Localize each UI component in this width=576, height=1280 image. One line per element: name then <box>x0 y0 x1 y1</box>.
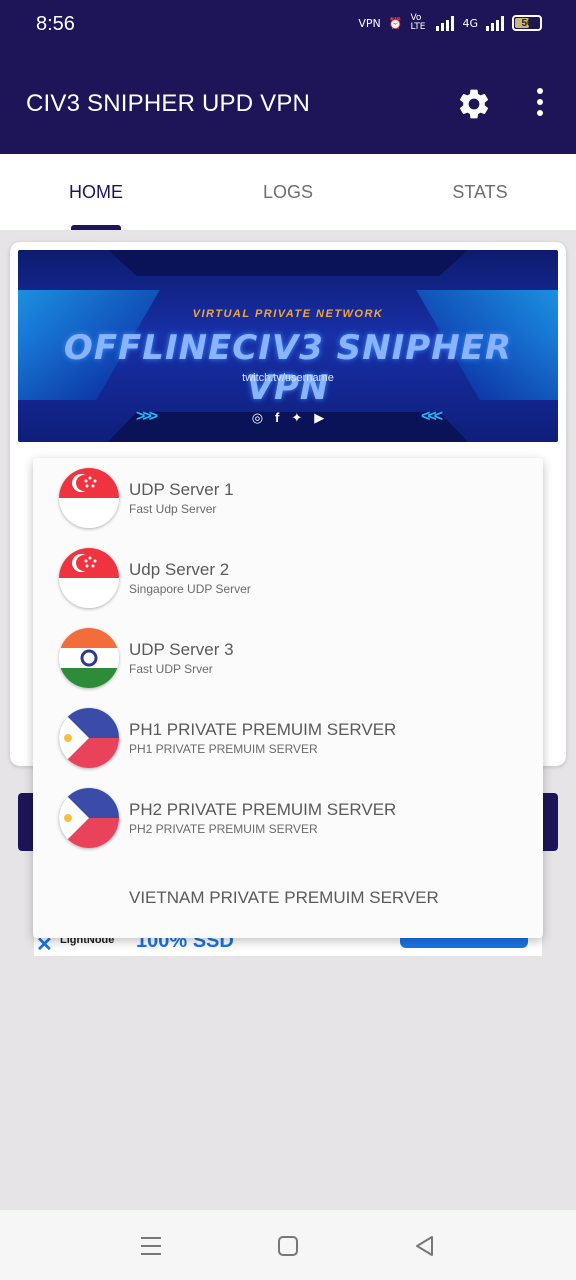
server-description: Fast UDP Srver <box>129 662 213 676</box>
signal-icon <box>436 15 455 31</box>
server-name: VIETNAM PRIVATE PREMUIM SERVER <box>129 888 439 907</box>
philippines-flag-icon <box>59 708 119 768</box>
twitter-icon: ✦ <box>291 410 303 425</box>
network-type-label: 4G <box>462 16 478 30</box>
system-nav-bar <box>0 1210 576 1280</box>
banner-image: VIRTUAL PRIVATE NETWORK OFFLINECIV3 SNIP… <box>18 250 558 442</box>
singapore-flag-icon <box>59 548 119 608</box>
signal-icon-2 <box>486 15 504 31</box>
back-icon[interactable] <box>411 1232 439 1260</box>
app-bar: CIV3 SNIPHER UPD VPN <box>0 54 576 154</box>
philippines-flag-icon <box>59 788 119 848</box>
banner-title: OFFLINECIV3 SNIPHER VPN <box>63 328 513 408</box>
server-name: UDP Server 3 <box>129 640 234 659</box>
alarm-icon: ⏰ <box>388 16 403 30</box>
server-description: Fast Udp Server <box>129 502 217 516</box>
banner-subtitle: VIRTUAL PRIVATE NETWORK <box>192 308 384 320</box>
vpn-icon: VPN <box>358 16 381 30</box>
singapore-flag-icon <box>59 468 119 528</box>
social-icons: ◎ f ✦ ▶ <box>18 410 558 426</box>
server-description: Singapore UDP Server <box>129 582 251 596</box>
tab-home-label: HOME <box>69 182 123 202</box>
server-item-udp-2[interactable]: Udp Server 2 Singapore UDP Server <box>33 538 543 618</box>
facebook-icon: f <box>275 410 280 425</box>
tab-logs[interactable]: LOGS <box>192 154 384 230</box>
server-dropdown: UDP Server 1 Fast Udp Server Udp Server … <box>33 458 543 938</box>
volte-icon: Vo LTE <box>410 13 426 32</box>
instagram-icon: ◎ <box>251 410 264 425</box>
tab-stats[interactable]: STATS <box>384 154 576 230</box>
server-description: PH1 PRIVATE PREMUIM SERVER <box>129 742 318 756</box>
india-flag-icon <box>59 628 119 688</box>
server-name: PH1 PRIVATE PREMUIM SERVER <box>129 720 397 739</box>
tab-home[interactable]: HOME <box>0 154 192 230</box>
battery-icon: 56 <box>512 15 542 31</box>
status-icons: VPN ⏰ Vo LTE 4G 56 <box>358 14 542 32</box>
tab-bar: HOME LOGS STATS <box>0 154 576 230</box>
server-name: PH2 PRIVATE PREMUIM SERVER <box>129 800 397 819</box>
server-item-ph1[interactable]: PH1 PRIVATE PREMUIM SERVER PH1 PRIVATE P… <box>33 698 543 778</box>
banner-url: twitch.tv/username <box>242 372 334 384</box>
gear-icon[interactable] <box>456 86 492 122</box>
server-description: PH2 PRIVATE PREMUIM SERVER <box>129 822 318 836</box>
youtube-icon: ▶ <box>314 410 325 425</box>
home-icon[interactable] <box>274 1232 302 1260</box>
status-bar: 8:56 VPN ⏰ Vo LTE 4G 56 <box>0 0 576 54</box>
tab-indicator <box>71 225 121 230</box>
recent-apps-icon[interactable] <box>137 1232 165 1260</box>
server-item-vietnam[interactable]: VIETNAM PRIVATE PREMUIM SERVER <box>33 858 543 938</box>
tab-stats-label: STATS <box>452 182 508 202</box>
more-vert-icon[interactable] <box>530 88 550 120</box>
server-item-udp-1[interactable]: UDP Server 1 Fast Udp Server <box>33 458 543 538</box>
server-item-udp-3[interactable]: UDP Server 3 Fast UDP Srver <box>33 618 543 698</box>
server-name: Udp Server 2 <box>129 560 230 579</box>
tab-logs-label: LOGS <box>262 182 314 202</box>
server-name: UDP Server 1 <box>129 480 234 499</box>
status-time: 8:56 <box>36 13 75 35</box>
battery-level: 56 <box>521 17 533 29</box>
app-title: CIV3 SNIPHER UPD VPN <box>26 90 311 117</box>
server-item-ph2[interactable]: PH2 PRIVATE PREMUIM SERVER PH2 PRIVATE P… <box>33 778 543 858</box>
